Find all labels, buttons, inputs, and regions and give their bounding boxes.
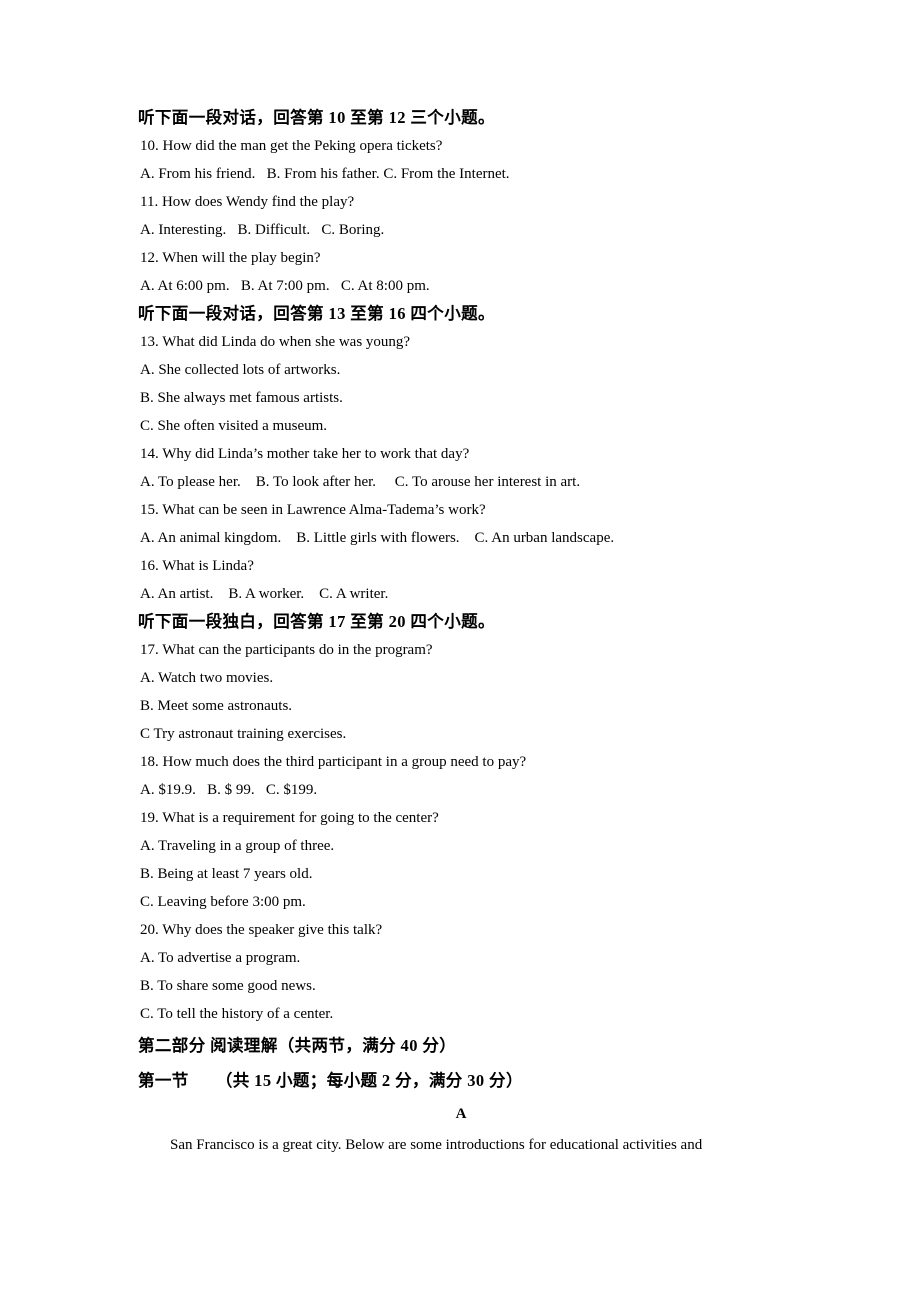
- listening-section-heading-10-12: 听下面一段对话，回答第 10 至第 12 三个小题。: [138, 108, 495, 127]
- question-20-option-c: C. To tell the history of a center.: [140, 1006, 334, 1022]
- question-13-stem: 13. What did Linda do when she was young…: [140, 334, 411, 350]
- question-19-option-b: B. Being at least 7 years old.: [140, 866, 313, 882]
- question-11-options: A. Interesting. B. Difficult. C. Boring.: [140, 222, 385, 238]
- question-19-stem: 19. What is a requirement for going to t…: [140, 810, 439, 826]
- passage-a-body: San Francisco is a great city. Below are…: [170, 1137, 703, 1153]
- question-13-option-a: A. She collected lots of artworks.: [140, 362, 341, 378]
- question-14-stem: 14. Why did Linda’s mother take her to w…: [140, 446, 470, 462]
- question-10-options: A. From his friend. B. From his father. …: [140, 166, 510, 182]
- question-20-stem: 20. Why does the speaker give this talk?: [140, 922, 383, 938]
- section-one-heading: 第一节 （共 15 小题；每小题 2 分，满分 30 分）: [138, 1071, 523, 1090]
- exam-content-column: 听下面一段对话，回答第 10 至第 12 三个小题。 10. How did th…: [138, 104, 798, 1160]
- question-20-option-b: B. To share some good news.: [140, 978, 316, 994]
- question-12-options: A. At 6:00 pm. B. At 7:00 pm. C. At 8:00…: [140, 278, 430, 294]
- question-16-options: A. An artist. B. A worker. C. A writer.: [140, 586, 389, 602]
- question-17-option-a: A. Watch two movies.: [140, 670, 274, 686]
- exam-page: 听下面一段对话，回答第 10 至第 12 三个小题。 10. How did th…: [0, 0, 920, 1302]
- question-17-stem: 17. What can the participants do in the …: [140, 642, 433, 658]
- listening-section-heading-13-16: 听下面一段对话，回答第 13 至第 16 四个小题。: [138, 304, 495, 323]
- question-20-option-a: A. To advertise a program.: [140, 950, 301, 966]
- question-12-stem: 12. When will the play begin?: [140, 250, 321, 266]
- question-14-options: A. To please her. B. To look after her. …: [140, 474, 581, 490]
- question-18-options: A. $19.9. B. $ 99. C. $199.: [140, 782, 318, 798]
- question-15-options: A. An animal kingdom. B. Little girls wi…: [140, 530, 615, 546]
- question-15-stem: 15. What can be seen in Lawrence Alma-Ta…: [140, 502, 486, 518]
- question-17-option-b: B. Meet some astronauts.: [140, 698, 293, 714]
- question-10-stem: 10. How did the man get the Peking opera…: [140, 138, 443, 154]
- question-19-option-c: C. Leaving before 3:00 pm.: [140, 894, 306, 910]
- question-13-option-b: B. She always met famous artists.: [140, 390, 343, 406]
- listening-section-heading-17-20: 听下面一段独白，回答第 17 至第 20 四个小题。: [138, 612, 495, 631]
- passage-label-a: A: [455, 1106, 467, 1122]
- question-11-stem: 11. How does Wendy find the play?: [140, 194, 355, 210]
- question-16-stem: 16. What is Linda?: [140, 558, 254, 574]
- question-19-option-a: A. Traveling in a group of three.: [140, 838, 335, 854]
- question-13-option-c: C. She often visited a museum.: [140, 418, 328, 434]
- part-two-heading: 第二部分 阅读理解（共两节，满分 40 分）: [138, 1036, 457, 1055]
- question-17-option-c: C Try astronaut training exercises.: [140, 726, 347, 742]
- question-18-stem: 18. How much does the third participant …: [140, 754, 527, 770]
